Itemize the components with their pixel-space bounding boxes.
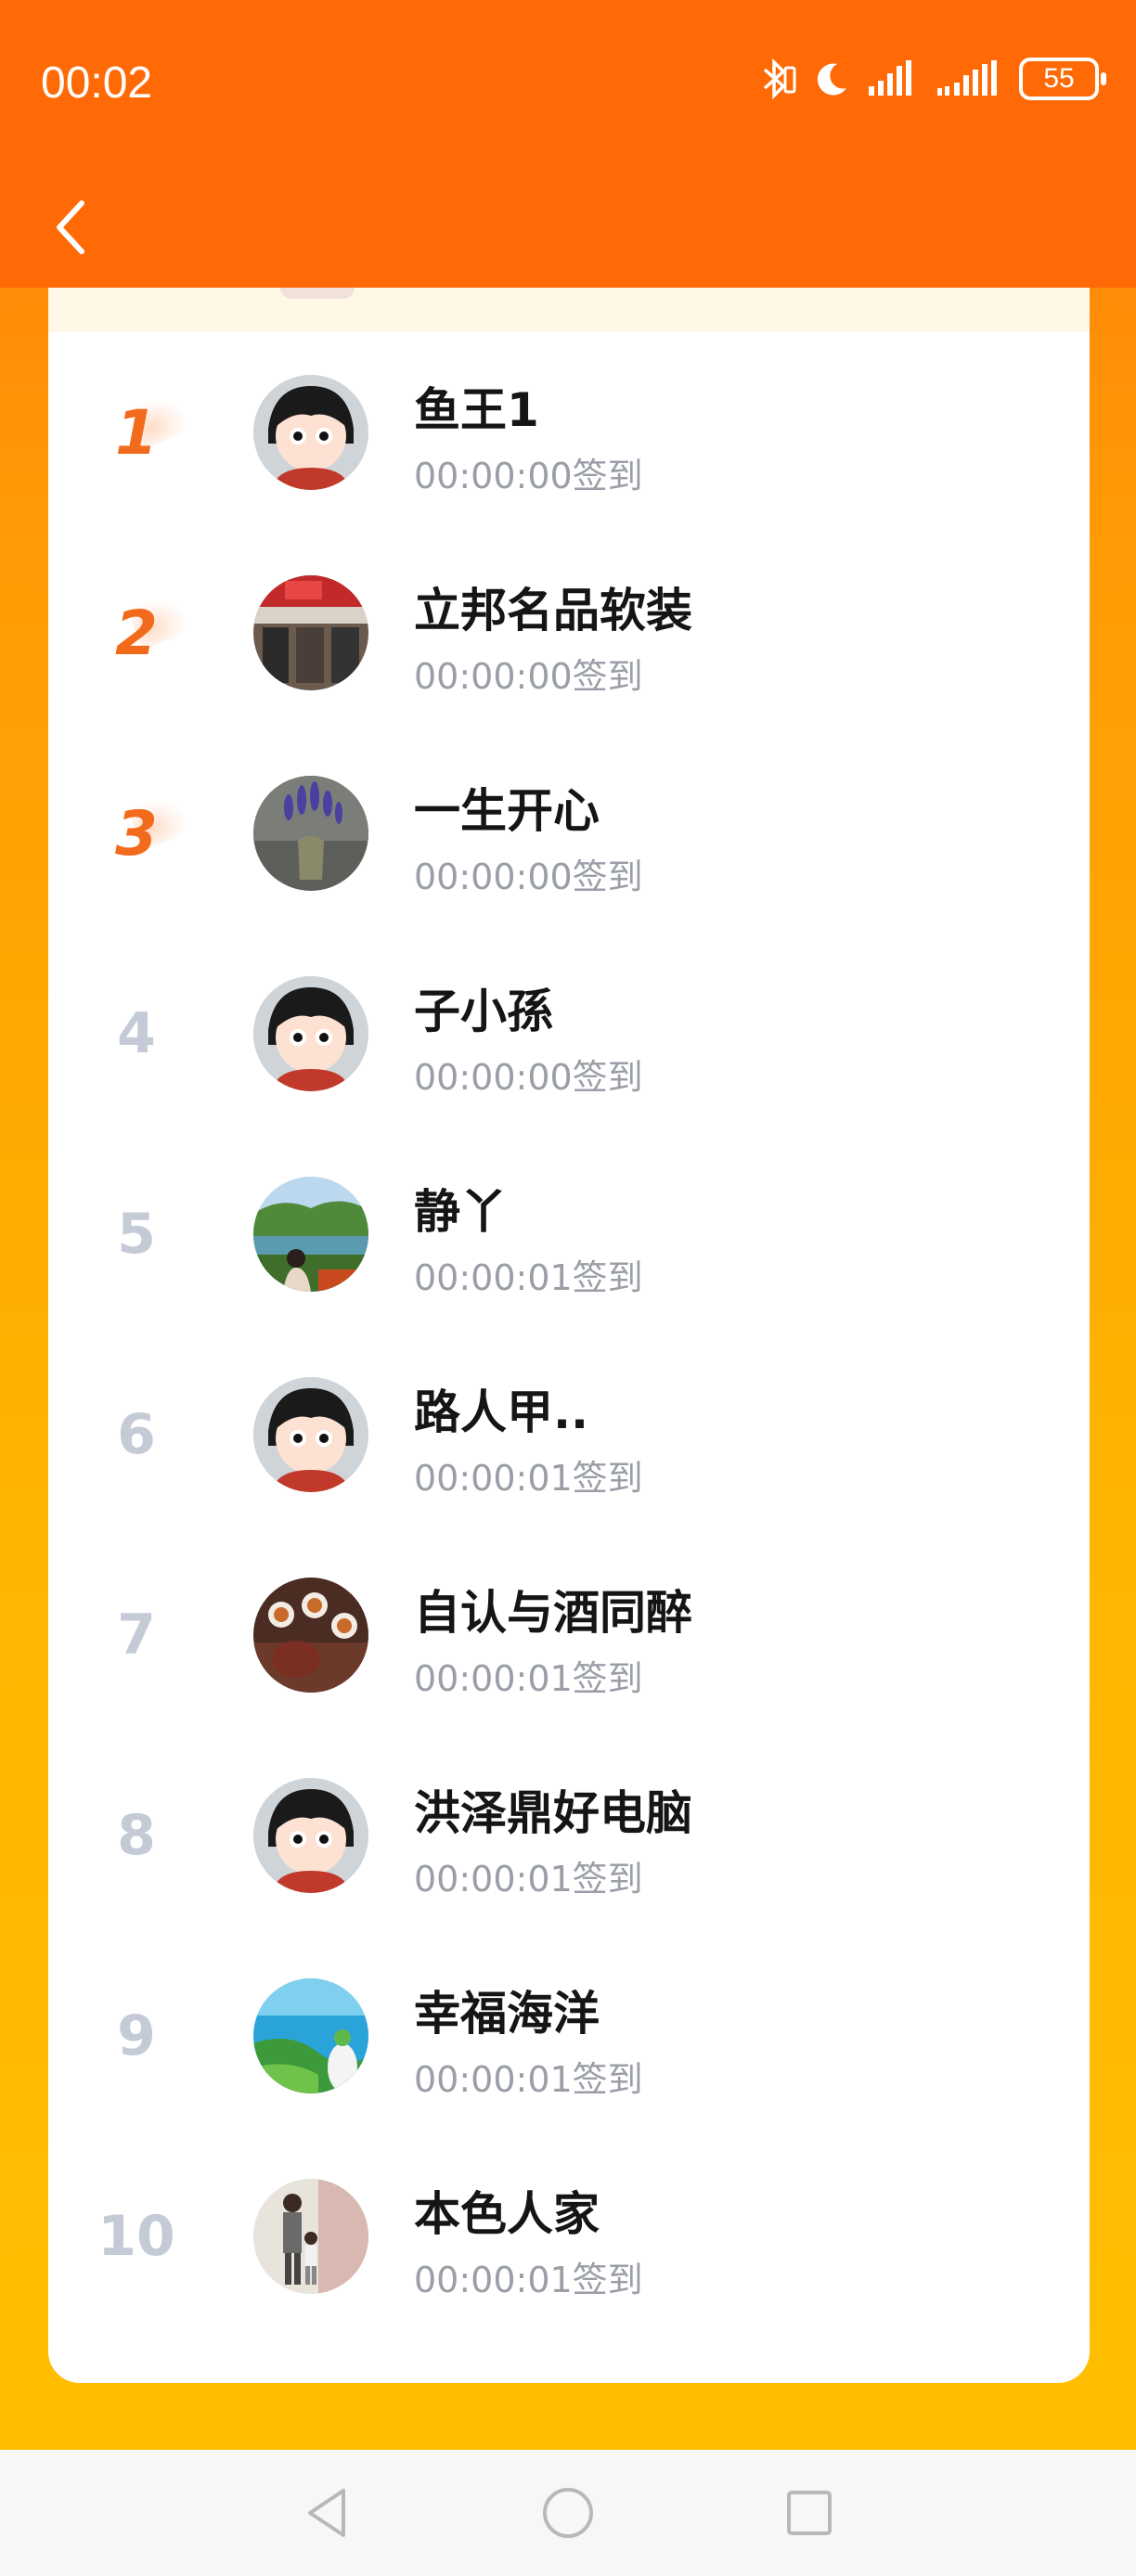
rank-number: 5: [117, 1202, 156, 1267]
list-item[interactable]: 3 一生开心 00:00:00签到: [48, 733, 1090, 934]
checkin-time: 00:00:00签到: [414, 1057, 643, 1098]
rank-number: 8: [117, 1803, 156, 1868]
rank-number: 1: [85, 332, 187, 533]
checkin-time: 00:00:01签到: [414, 1257, 643, 1298]
avatar: [253, 1177, 368, 1292]
signal-2-icon: [937, 60, 997, 96]
moon-icon: [817, 63, 846, 96]
status-bar: 00:02 55: [0, 0, 1136, 167]
list-item[interactable]: 1 鱼王1 00:00:00签到: [48, 332, 1090, 533]
user-name: 鱼王1: [414, 383, 539, 437]
nav-home-button[interactable]: [536, 2480, 600, 2545]
rank-number: 4: [117, 1001, 156, 1066]
rank-number: 3: [85, 733, 187, 934]
checkin-time: 00:00:00签到: [414, 456, 643, 496]
bluetooth-icon: [763, 58, 796, 99]
list-item[interactable]: 7 自认与酒同醉 00:00:01签到: [48, 1535, 1090, 1735]
rank-number: 9: [117, 2003, 156, 2068]
ranking-list: 1 鱼王1 00:00:00签到 2 立邦名品软装 00:00:00签到 3 一…: [48, 332, 1090, 2337]
avatar: [253, 1978, 368, 2093]
status-icons: 55: [759, 58, 1106, 100]
triangle-back-icon: [308, 2489, 345, 2537]
user-name: 自认与酒同醉: [414, 1586, 692, 1640]
circle-home-icon: [543, 2488, 593, 2538]
avatar: [253, 976, 368, 1091]
rank-number: 6: [117, 1402, 156, 1467]
status-time: 00:02: [41, 58, 153, 108]
avatar: [253, 2179, 368, 2294]
avatar: [253, 1578, 368, 1693]
user-name: 静丫: [414, 1185, 507, 1239]
list-item[interactable]: 8 洪泽鼎好电脑 00:00:01签到: [48, 1735, 1090, 1936]
avatar: [253, 575, 368, 690]
checkin-time: 00:00:01签到: [414, 2260, 643, 2300]
checkin-time: 00:00:01签到: [414, 1658, 643, 1699]
avatar: [253, 1778, 368, 1893]
back-button[interactable]: [33, 186, 108, 269]
checkin-time: 00:00:01签到: [414, 1859, 643, 1900]
user-name: 一生开心: [414, 784, 600, 838]
checkin-time: 00:00:01签到: [414, 2059, 643, 2100]
list-item[interactable]: 9 幸福海洋 00:00:01签到: [48, 1936, 1090, 2136]
checkin-time: 00:00:00签到: [414, 656, 643, 697]
user-name: 子小孫: [414, 985, 553, 1038]
rank-number: 2: [85, 533, 187, 733]
list-item[interactable]: 4 子小孫 00:00:00签到: [48, 934, 1090, 1134]
user-name: 幸福海洋: [414, 1987, 600, 2041]
rank-number: 7: [117, 1603, 156, 1668]
checkin-time: 00:00:01签到: [414, 1458, 643, 1499]
list-item[interactable]: 6 路人甲.. 00:00:01签到: [48, 1334, 1090, 1535]
rank-number: 10: [97, 2204, 175, 2269]
nav-back-button[interactable]: [294, 2480, 359, 2545]
chevron-left-icon: [57, 200, 84, 254]
ranking-card: 1 鱼王1 00:00:00签到 2 立邦名品软装 00:00:00签到 3 一…: [48, 288, 1090, 2383]
square-recents-icon: [787, 2491, 832, 2535]
nav-recents-button[interactable]: [777, 2480, 842, 2545]
user-name: 本色人家: [414, 2187, 600, 2241]
battery-indicator: 55: [1019, 58, 1106, 100]
list-item[interactable]: 2 立邦名品软装 00:00:00签到: [48, 533, 1090, 733]
avatar: [253, 1377, 368, 1492]
list-item[interactable]: 10 本色人家 00:00:01签到: [48, 2136, 1090, 2337]
card-top-strip: [48, 288, 1090, 332]
avatar: [253, 776, 368, 891]
user-name: 洪泽鼎好电脑: [414, 1786, 692, 1840]
battery-level: 55: [1043, 63, 1075, 94]
avatar: [253, 375, 368, 490]
list-item[interactable]: 5 静丫 00:00:01签到: [48, 1134, 1090, 1334]
system-nav-bar: [0, 2450, 1136, 2576]
user-name: 路人甲..: [414, 1385, 588, 1439]
user-name: 立邦名品软装: [414, 584, 692, 638]
nav-bar: [0, 167, 1136, 288]
signal-icon: [869, 60, 911, 96]
checkin-time: 00:00:00签到: [414, 857, 643, 897]
